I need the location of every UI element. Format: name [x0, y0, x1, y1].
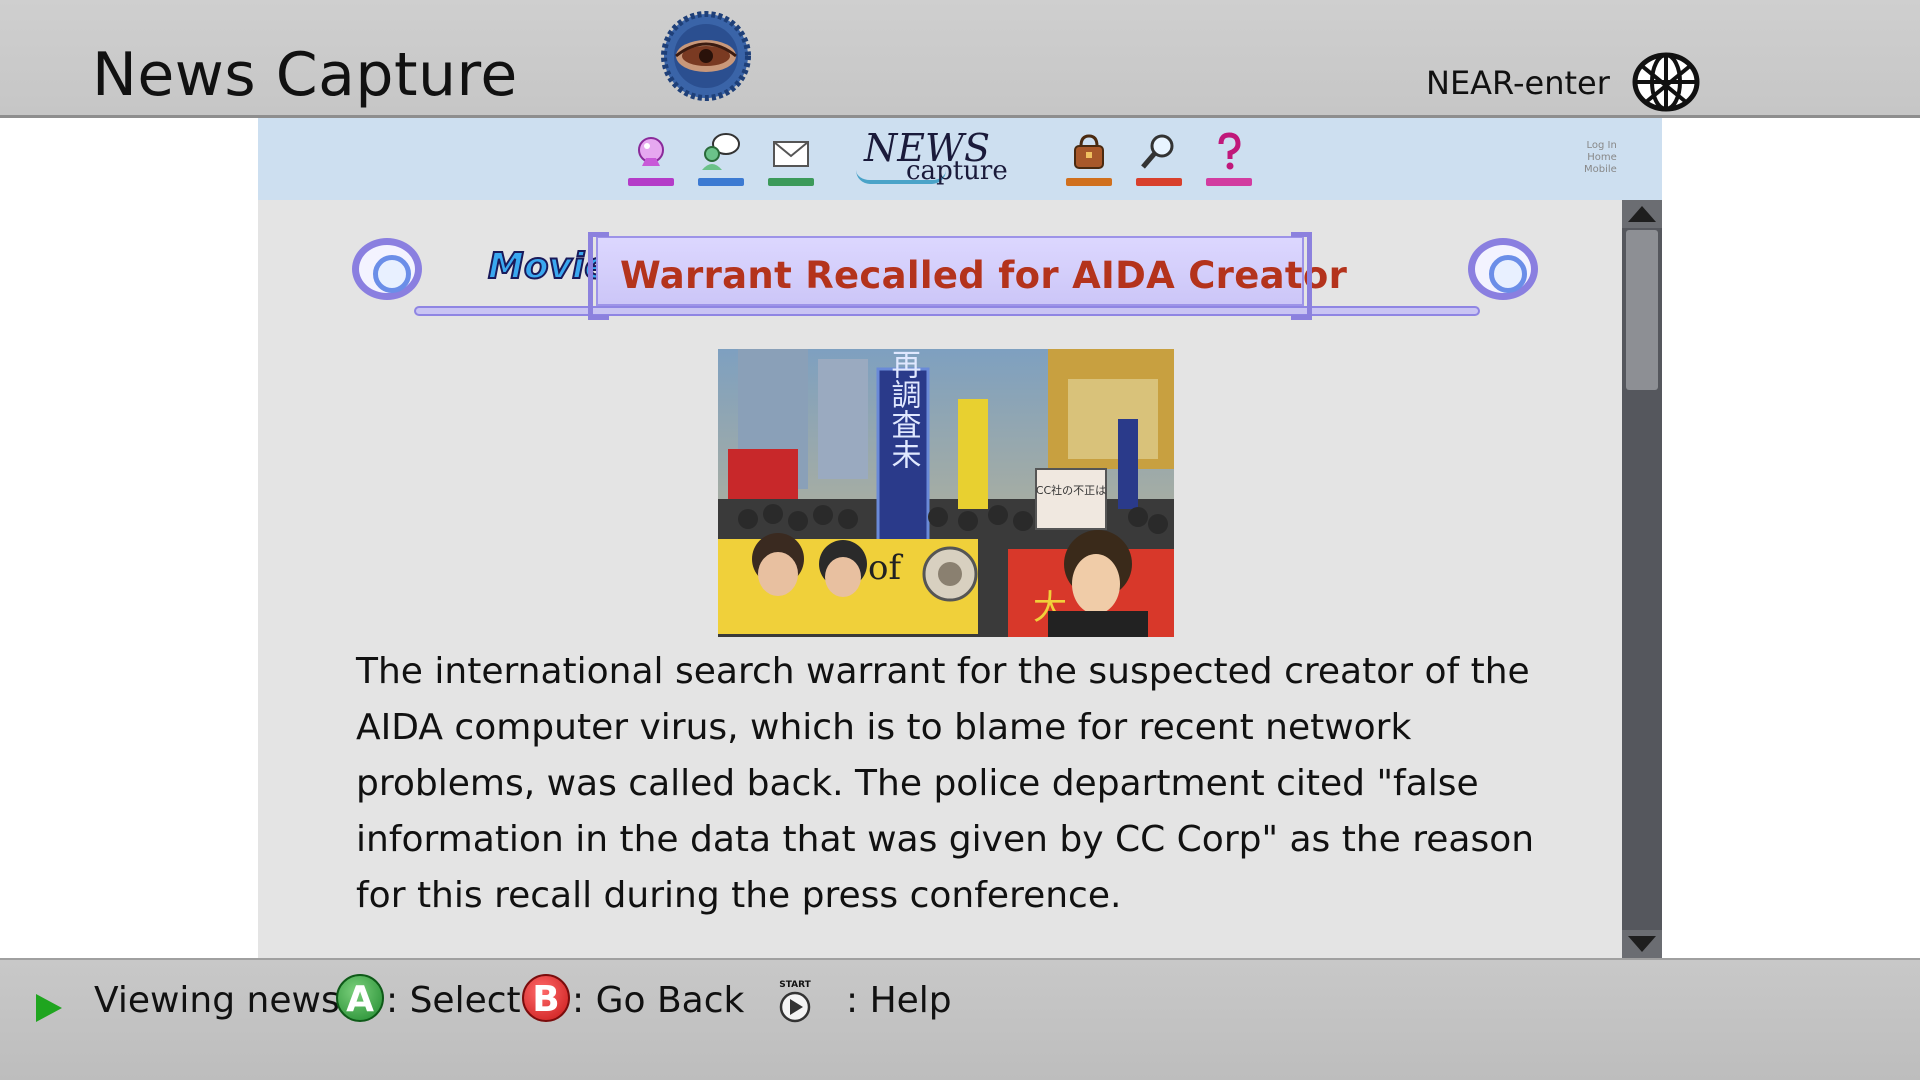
mobile-link[interactable]: Mobile — [1584, 164, 1617, 176]
search-icon[interactable] — [1136, 130, 1182, 186]
headline-box: Warrant Recalled for AIDA Creator — [588, 232, 1347, 320]
status-text: Viewing news. — [94, 980, 352, 1021]
bag-icon[interactable] — [1066, 130, 1112, 186]
eye-logo-icon — [661, 8, 751, 104]
article-body: The international search warrant for the… — [356, 651, 1535, 916]
select-hint: : Select — [386, 980, 521, 1021]
login-link[interactable]: Log In — [1584, 140, 1616, 152]
headline-rail — [414, 306, 1480, 316]
mini-links: Log In Home Mobile — [1584, 140, 1617, 176]
logo-word-capture: capture — [906, 156, 1008, 186]
home-link[interactable]: Home — [1584, 152, 1617, 164]
news-capture-logo[interactable]: NEWS capture — [856, 124, 1008, 194]
chat-icon[interactable] — [698, 130, 744, 186]
scrollbar[interactable] — [1622, 200, 1662, 958]
scroll-up-arrow-icon[interactable] — [1622, 200, 1662, 228]
left-ring-ornament — [352, 238, 422, 300]
start-button-icon: START — [774, 978, 816, 1024]
start-button-label: START — [779, 980, 811, 990]
app-title: News Capture — [92, 40, 518, 110]
help-hint: : Help — [846, 980, 952, 1021]
scroll-thumb[interactable] — [1626, 230, 1658, 390]
a-button-icon: A — [336, 974, 384, 1022]
news-photo: 再調査未 CC社の不正は of 大 — [718, 349, 1174, 637]
play-arrow-icon — [36, 994, 62, 1022]
picture-sign-text: CC社の不正は — [1036, 483, 1106, 497]
go-back-hint: : Go Back — [572, 980, 745, 1021]
help-icon[interactable] — [1206, 130, 1252, 186]
globe-icon[interactable] — [1632, 52, 1700, 112]
network-label: NEAR-enter — [1426, 64, 1610, 102]
b-button-icon: B — [522, 974, 570, 1022]
right-ring-ornament — [1468, 238, 1538, 300]
mail-icon[interactable] — [768, 130, 814, 186]
scroll-down-arrow-icon[interactable] — [1622, 930, 1662, 958]
picture-banner2-text: of — [868, 548, 903, 588]
picture-banner-text: 再調査未 — [886, 349, 921, 469]
article-headline: Warrant Recalled for AIDA Creator — [620, 254, 1348, 297]
app-header: News Capture NEAR-enter — [0, 0, 1920, 118]
browser-viewport: NEWS capture Log In Home Mobile Movie Wa… — [258, 118, 1662, 958]
fortune-icon[interactable] — [628, 130, 674, 186]
control-hints-bar: Viewing news. A : Select B : Go Back STA… — [0, 958, 1920, 1080]
site-nav: NEWS capture Log In Home Mobile — [258, 118, 1662, 200]
